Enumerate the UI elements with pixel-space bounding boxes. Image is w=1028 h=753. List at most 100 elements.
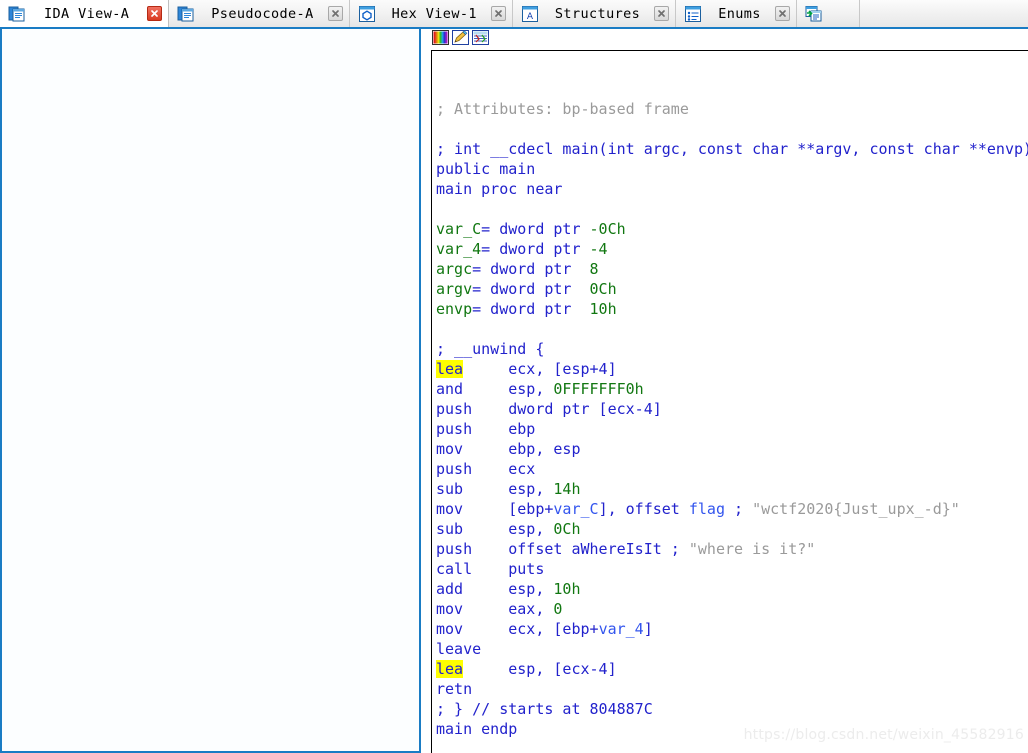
code-token: public main bbox=[436, 160, 536, 178]
code-token: 0 bbox=[553, 600, 563, 618]
code-token: 8 bbox=[589, 260, 599, 278]
code-token: mov eax, bbox=[436, 600, 554, 618]
code-line[interactable]: mov [ebp+var_C], offset flag ; "wctf2020… bbox=[436, 499, 1028, 519]
code-line[interactable] bbox=[436, 119, 1028, 139]
tab-label: Pseudocode-A bbox=[211, 5, 314, 22]
code-token: var_4 bbox=[436, 240, 482, 258]
view-tab-bar[interactable]: IDA View-A Pseudocode-A Hex View-1 A Structu… bbox=[0, 0, 1028, 29]
code-token: ; Attributes: bp-based frame bbox=[436, 100, 689, 118]
code-token: ecx, [esp+4] bbox=[463, 360, 617, 378]
code-token: envp bbox=[436, 300, 473, 318]
code-line[interactable]: push ecx bbox=[436, 459, 1028, 479]
synchronize-icon[interactable] bbox=[472, 30, 489, 45]
disassembly-pane[interactable]: ; Attributes: bp-based frame ; int __cde… bbox=[429, 29, 1028, 753]
code-line[interactable]: add esp, 10h bbox=[436, 579, 1028, 599]
code-line[interactable]: push dword ptr [ecx-4] bbox=[436, 399, 1028, 419]
code-line[interactable] bbox=[436, 79, 1028, 99]
close-icon[interactable] bbox=[774, 6, 790, 21]
code-token: 0Ch bbox=[553, 520, 581, 538]
code-line[interactable]: call puts bbox=[436, 559, 1028, 579]
close-icon[interactable] bbox=[654, 6, 670, 21]
code-line[interactable]: main proc near bbox=[436, 179, 1028, 199]
tab-pseudocode-a[interactable]: Pseudocode-A bbox=[169, 0, 350, 27]
code-token: esp, [ecx-4] bbox=[463, 660, 617, 678]
code-line[interactable]: public main bbox=[436, 159, 1028, 179]
code-line[interactable]: lea ecx, [esp+4] bbox=[436, 359, 1028, 379]
code-line[interactable]: envp= dword ptr 10h bbox=[436, 299, 1028, 319]
code-token: var_C bbox=[553, 500, 599, 518]
code-token: = dword ptr bbox=[481, 240, 590, 258]
code-token: push dword ptr [ecx-4] bbox=[436, 400, 662, 418]
close-icon[interactable] bbox=[490, 6, 506, 21]
code-token: var_4 bbox=[598, 620, 644, 638]
tab-label: IDA View-A bbox=[44, 5, 130, 22]
code-line[interactable]: and esp, 0FFFFFFF0h bbox=[436, 379, 1028, 399]
code-token: and esp, bbox=[436, 380, 554, 398]
code-token: -0Ch bbox=[589, 220, 626, 238]
code-line[interactable]: push ebp bbox=[436, 419, 1028, 439]
code-token: 10h bbox=[553, 580, 581, 598]
tab-ida-view-a[interactable]: IDA View-A bbox=[0, 0, 170, 27]
code-line[interactable]: push offset aWhereIsIt ; "where is it?" bbox=[436, 539, 1028, 559]
tab-structures[interactable]: A Structures bbox=[512, 0, 677, 27]
tab-label: Hex View-1 bbox=[391, 5, 477, 22]
code-line[interactable]: ; __unwind { bbox=[436, 339, 1028, 359]
code-token: -4 bbox=[589, 240, 608, 258]
code-line[interactable]: mov eax, 0 bbox=[436, 599, 1028, 619]
tab-label: Structures bbox=[554, 5, 641, 22]
code-token: ], offset bbox=[598, 500, 689, 518]
code-token: 0FFFFFFF0h bbox=[553, 380, 644, 398]
code-line[interactable]: argc= dword ptr 8 bbox=[436, 259, 1028, 279]
disassembly-toolbar[interactable] bbox=[429, 29, 1028, 46]
disassembly-code-frame[interactable]: ; Attributes: bp-based frame ; int __cde… bbox=[431, 50, 1028, 753]
disassembly-code[interactable]: ; Attributes: bp-based frame ; int __cde… bbox=[432, 51, 1028, 739]
code-token: = dword ptr bbox=[472, 260, 590, 278]
code-line[interactable]: var_4= dword ptr -4 bbox=[436, 239, 1028, 259]
svg-text:A: A bbox=[527, 12, 534, 22]
close-icon[interactable] bbox=[327, 6, 343, 21]
code-line[interactable] bbox=[436, 59, 1028, 79]
close-icon[interactable] bbox=[147, 6, 163, 21]
ida-view-a-pane[interactable] bbox=[0, 29, 421, 753]
code-token: push ecx bbox=[436, 460, 536, 478]
code-token: push ebp bbox=[436, 420, 536, 438]
code-line[interactable]: argv= dword ptr 0Ch bbox=[436, 279, 1028, 299]
structures-icon: A bbox=[521, 5, 539, 23]
code-token: flag bbox=[688, 500, 725, 518]
pencil-edit-icon[interactable] bbox=[452, 30, 469, 45]
graph-canvas[interactable] bbox=[2, 29, 419, 751]
tab-enums[interactable]: Enums bbox=[676, 0, 797, 27]
code-line[interactable]: sub esp, 14h bbox=[436, 479, 1028, 499]
code-token: var_C bbox=[436, 220, 482, 238]
code-line[interactable]: var_C= dword ptr -0Ch bbox=[436, 219, 1028, 239]
code-line[interactable]: mov ecx, [ebp+var_4] bbox=[436, 619, 1028, 639]
code-line[interactable]: lea esp, [ecx-4] bbox=[436, 659, 1028, 679]
code-token: main proc near bbox=[436, 180, 563, 198]
code-line[interactable]: sub esp, 0Ch bbox=[436, 519, 1028, 539]
code-line[interactable]: ; int __cdecl main(int argc, const char … bbox=[436, 139, 1028, 159]
code-token: 14h bbox=[553, 480, 581, 498]
code-token: add esp, bbox=[436, 580, 554, 598]
code-line[interactable]: leave bbox=[436, 639, 1028, 659]
code-token: = dword ptr bbox=[472, 280, 590, 298]
hex-view-icon bbox=[358, 5, 376, 23]
color-palette-icon[interactable] bbox=[432, 30, 449, 45]
tab-hex-view-1[interactable]: Hex View-1 bbox=[349, 0, 513, 27]
code-line[interactable] bbox=[436, 199, 1028, 219]
code-line[interactable]: main endp bbox=[436, 719, 1028, 739]
code-token: mov [ebp+ bbox=[436, 500, 554, 518]
code-line[interactable] bbox=[436, 319, 1028, 339]
code-token: mov ebp, esp bbox=[436, 440, 581, 458]
code-token: ; __unwind { bbox=[436, 340, 545, 358]
code-token: "where is it?" bbox=[688, 540, 816, 558]
code-line[interactable]: ; Attributes: bp-based frame bbox=[436, 99, 1028, 119]
code-token: argc bbox=[436, 260, 473, 278]
code-line[interactable]: ; } // starts at 804887C bbox=[436, 699, 1028, 719]
code-line[interactable]: mov ebp, esp bbox=[436, 439, 1028, 459]
code-line[interactable]: retn bbox=[436, 679, 1028, 699]
tab-extra-5[interactable] bbox=[796, 0, 860, 27]
document-window-icon bbox=[8, 5, 26, 23]
enums-icon bbox=[684, 5, 702, 23]
code-token: = dword ptr bbox=[472, 300, 590, 318]
code-token: ; } // starts at bbox=[436, 700, 590, 718]
